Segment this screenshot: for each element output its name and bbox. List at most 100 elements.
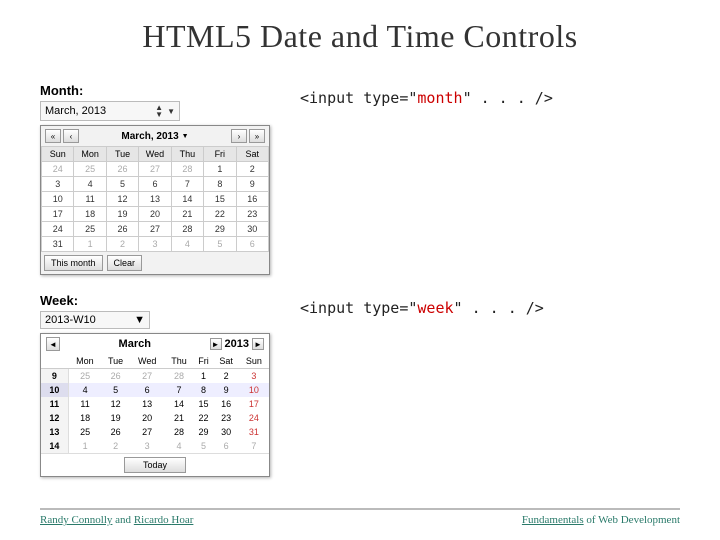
calendar-day[interactable]: 27 <box>130 369 165 384</box>
calendar-day[interactable]: 23 <box>213 411 238 425</box>
calendar-day[interactable]: 25 <box>68 369 101 384</box>
calendar-day[interactable]: 19 <box>101 411 130 425</box>
calendar-day[interactable]: 18 <box>74 207 106 222</box>
calendar-day[interactable]: 1 <box>68 439 101 453</box>
calendar-day[interactable]: 2 <box>213 369 238 384</box>
calendar-day[interactable]: 5 <box>204 237 236 252</box>
month-input[interactable]: March, 2013 ▲▼ ▼ <box>40 101 180 121</box>
month-cal-current[interactable]: March, 2013 ▼ <box>121 131 188 142</box>
calendar-day[interactable]: 3 <box>139 237 171 252</box>
calendar-day[interactable]: 1 <box>194 369 214 384</box>
calendar-day[interactable]: 21 <box>171 207 203 222</box>
dropdown-icon[interactable]: ▼ <box>167 107 175 116</box>
calendar-week-row[interactable]: 1325262728293031 <box>41 425 269 439</box>
calendar-week-row[interactable]: 1045678910 <box>41 383 269 397</box>
calendar-day[interactable]: 28 <box>171 162 203 177</box>
calendar-day[interactable]: 4 <box>68 383 101 397</box>
this-month-button[interactable]: This month <box>44 255 103 271</box>
calendar-day[interactable]: 8 <box>194 383 214 397</box>
calendar-day[interactable]: 27 <box>139 162 171 177</box>
next-month-button[interactable]: ► <box>210 338 222 350</box>
calendar-day[interactable]: 30 <box>213 425 238 439</box>
calendar-day[interactable]: 14 <box>171 192 203 207</box>
calendar-day[interactable]: 6 <box>236 237 268 252</box>
calendar-day[interactable]: 23 <box>236 207 268 222</box>
calendar-week-row[interactable]: 1218192021222324 <box>41 411 269 425</box>
calendar-day[interactable]: 30 <box>236 222 268 237</box>
dropdown-icon[interactable]: ▼ <box>134 314 145 326</box>
calendar-day[interactable]: 26 <box>101 369 130 384</box>
calendar-day[interactable]: 15 <box>194 397 214 411</box>
today-button[interactable]: Today <box>124 457 186 473</box>
calendar-day[interactable]: 1 <box>204 162 236 177</box>
calendar-day[interactable]: 19 <box>106 207 138 222</box>
prev-month-button[interactable]: ‹ <box>63 129 79 143</box>
calendar-day[interactable]: 16 <box>213 397 238 411</box>
calendar-day[interactable]: 28 <box>164 369 193 384</box>
calendar-day[interactable]: 28 <box>171 222 203 237</box>
calendar-day[interactable]: 20 <box>130 411 165 425</box>
calendar-day[interactable]: 29 <box>194 425 214 439</box>
calendar-day[interactable]: 7 <box>171 177 203 192</box>
calendar-day[interactable]: 5 <box>101 383 130 397</box>
calendar-day[interactable]: 26 <box>106 162 138 177</box>
calendar-day[interactable]: 20 <box>139 207 171 222</box>
calendar-day[interactable]: 26 <box>106 222 138 237</box>
calendar-day[interactable]: 5 <box>194 439 214 453</box>
calendar-day[interactable]: 10 <box>42 192 74 207</box>
calendar-day[interactable]: 28 <box>164 425 193 439</box>
next-year-button[interactable]: » <box>249 129 265 143</box>
calendar-day[interactable]: 1 <box>74 237 106 252</box>
calendar-day[interactable]: 9 <box>213 383 238 397</box>
calendar-day[interactable]: 10 <box>239 383 269 397</box>
calendar-day[interactable]: 31 <box>42 237 74 252</box>
calendar-day[interactable]: 24 <box>42 222 74 237</box>
calendar-day[interactable]: 11 <box>74 192 106 207</box>
calendar-day[interactable]: 22 <box>194 411 214 425</box>
calendar-day[interactable]: 13 <box>130 397 165 411</box>
calendar-day[interactable]: 25 <box>74 222 106 237</box>
calendar-day[interactable]: 14 <box>164 397 193 411</box>
spinner-icon[interactable]: ▲▼ <box>155 104 163 118</box>
calendar-day[interactable]: 2 <box>106 237 138 252</box>
calendar-day[interactable]: 8 <box>204 177 236 192</box>
calendar-day[interactable]: 4 <box>74 177 106 192</box>
calendar-day[interactable]: 15 <box>204 192 236 207</box>
calendar-day[interactable]: 7 <box>164 383 193 397</box>
prev-month-button[interactable]: ◄ <box>46 337 60 351</box>
calendar-day[interactable]: 3 <box>239 369 269 384</box>
calendar-day[interactable]: 4 <box>164 439 193 453</box>
calendar-day[interactable]: 6 <box>213 439 238 453</box>
next-month-button[interactable]: › <box>231 129 247 143</box>
calendar-day[interactable]: 5 <box>106 177 138 192</box>
clear-button[interactable]: Clear <box>107 255 143 271</box>
calendar-day[interactable]: 17 <box>42 207 74 222</box>
calendar-day[interactable]: 18 <box>68 411 101 425</box>
calendar-day[interactable]: 17 <box>239 397 269 411</box>
calendar-day[interactable]: 2 <box>236 162 268 177</box>
calendar-day[interactable]: 24 <box>42 162 74 177</box>
calendar-day[interactable]: 24 <box>239 411 269 425</box>
calendar-day[interactable]: 12 <box>101 397 130 411</box>
calendar-day[interactable]: 25 <box>68 425 101 439</box>
calendar-week-row[interactable]: 925262728123 <box>41 369 269 384</box>
calendar-day[interactable]: 3 <box>130 439 165 453</box>
calendar-day[interactable]: 13 <box>139 192 171 207</box>
calendar-day[interactable]: 3 <box>42 177 74 192</box>
calendar-day[interactable]: 27 <box>139 222 171 237</box>
year-next-button[interactable]: ► <box>252 338 264 350</box>
calendar-day[interactable]: 12 <box>106 192 138 207</box>
calendar-week-row[interactable]: 141234567 <box>41 439 269 453</box>
calendar-day[interactable]: 4 <box>171 237 203 252</box>
calendar-day[interactable]: 25 <box>74 162 106 177</box>
calendar-day[interactable]: 9 <box>236 177 268 192</box>
calendar-day[interactable]: 26 <box>101 425 130 439</box>
calendar-day[interactable]: 16 <box>236 192 268 207</box>
calendar-day[interactable]: 6 <box>130 383 165 397</box>
calendar-day[interactable]: 31 <box>239 425 269 439</box>
calendar-day[interactable]: 29 <box>204 222 236 237</box>
week-input[interactable]: 2013-W10 ▼ <box>40 311 150 329</box>
calendar-day[interactable]: 11 <box>68 397 101 411</box>
calendar-day[interactable]: 22 <box>204 207 236 222</box>
prev-year-button[interactable]: « <box>45 129 61 143</box>
